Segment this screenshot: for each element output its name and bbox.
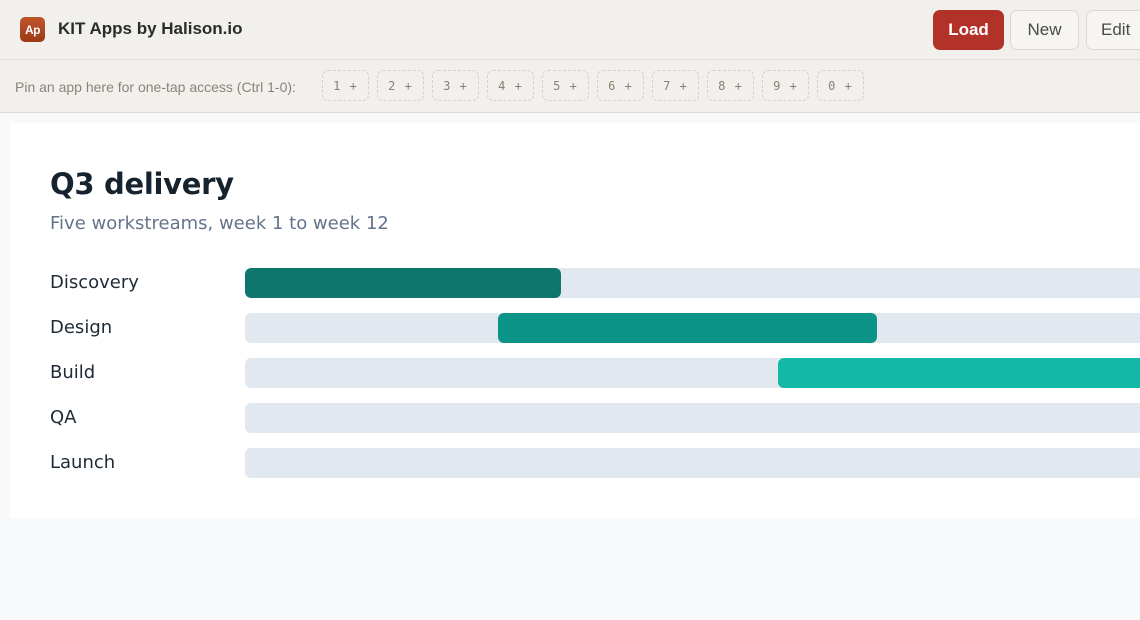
pin-slot-5[interactable]: 5 +: [542, 70, 589, 101]
pin-slot-8[interactable]: 8 +: [707, 70, 754, 101]
pin-slot-4[interactable]: 4 +: [487, 70, 534, 101]
chart-subtitle: Five workstreams, week 1 to week 12: [50, 213, 389, 234]
pin-slot-7[interactable]: 7 +: [652, 70, 699, 101]
pin-slot-3[interactable]: 3 +: [432, 70, 479, 101]
pin-bar: Pin an app here for one-tap access (Ctrl…: [0, 60, 1140, 113]
load-button[interactable]: Load: [933, 10, 1004, 50]
pin-slot-9[interactable]: 9 +: [762, 70, 809, 101]
edit-button[interactable]: Edit: [1086, 10, 1140, 50]
row-label-launch: Launch: [50, 452, 116, 473]
new-button[interactable]: New: [1010, 10, 1079, 50]
pin-slot-0[interactable]: 0 +: [817, 70, 864, 101]
row-label-design: Design: [50, 317, 113, 338]
app-logo-icon: Ap: [20, 17, 45, 42]
chart-title: Q3 delivery: [50, 167, 234, 201]
row-label-build: Build: [50, 362, 96, 383]
track-qa: [245, 403, 1140, 433]
row-label-discovery: Discovery: [50, 272, 139, 293]
pin-slot-1[interactable]: 1 +: [322, 70, 369, 101]
app-title: KIT Apps by Halison.io: [58, 19, 243, 38]
track-launch: [245, 448, 1140, 478]
track-design: [245, 313, 1140, 343]
pin-bar-label: Pin an app here for one-tap access (Ctrl…: [15, 79, 296, 95]
pin-slot-2[interactable]: 2 +: [377, 70, 424, 101]
track-build: [245, 358, 1140, 388]
bar-discovery[interactable]: [245, 268, 562, 298]
bar-build[interactable]: [777, 358, 1140, 388]
app-header: Ap KIT Apps by Halison.io Load New Edit: [0, 0, 1140, 60]
track-discovery: [245, 268, 1140, 298]
row-label-qa: QA: [50, 407, 77, 428]
bar-design[interactable]: [497, 313, 878, 343]
pin-slot-6[interactable]: 6 +: [597, 70, 644, 101]
chart-card: Q3 delivery Five workstreams, week 1 to …: [10, 123, 1140, 518]
